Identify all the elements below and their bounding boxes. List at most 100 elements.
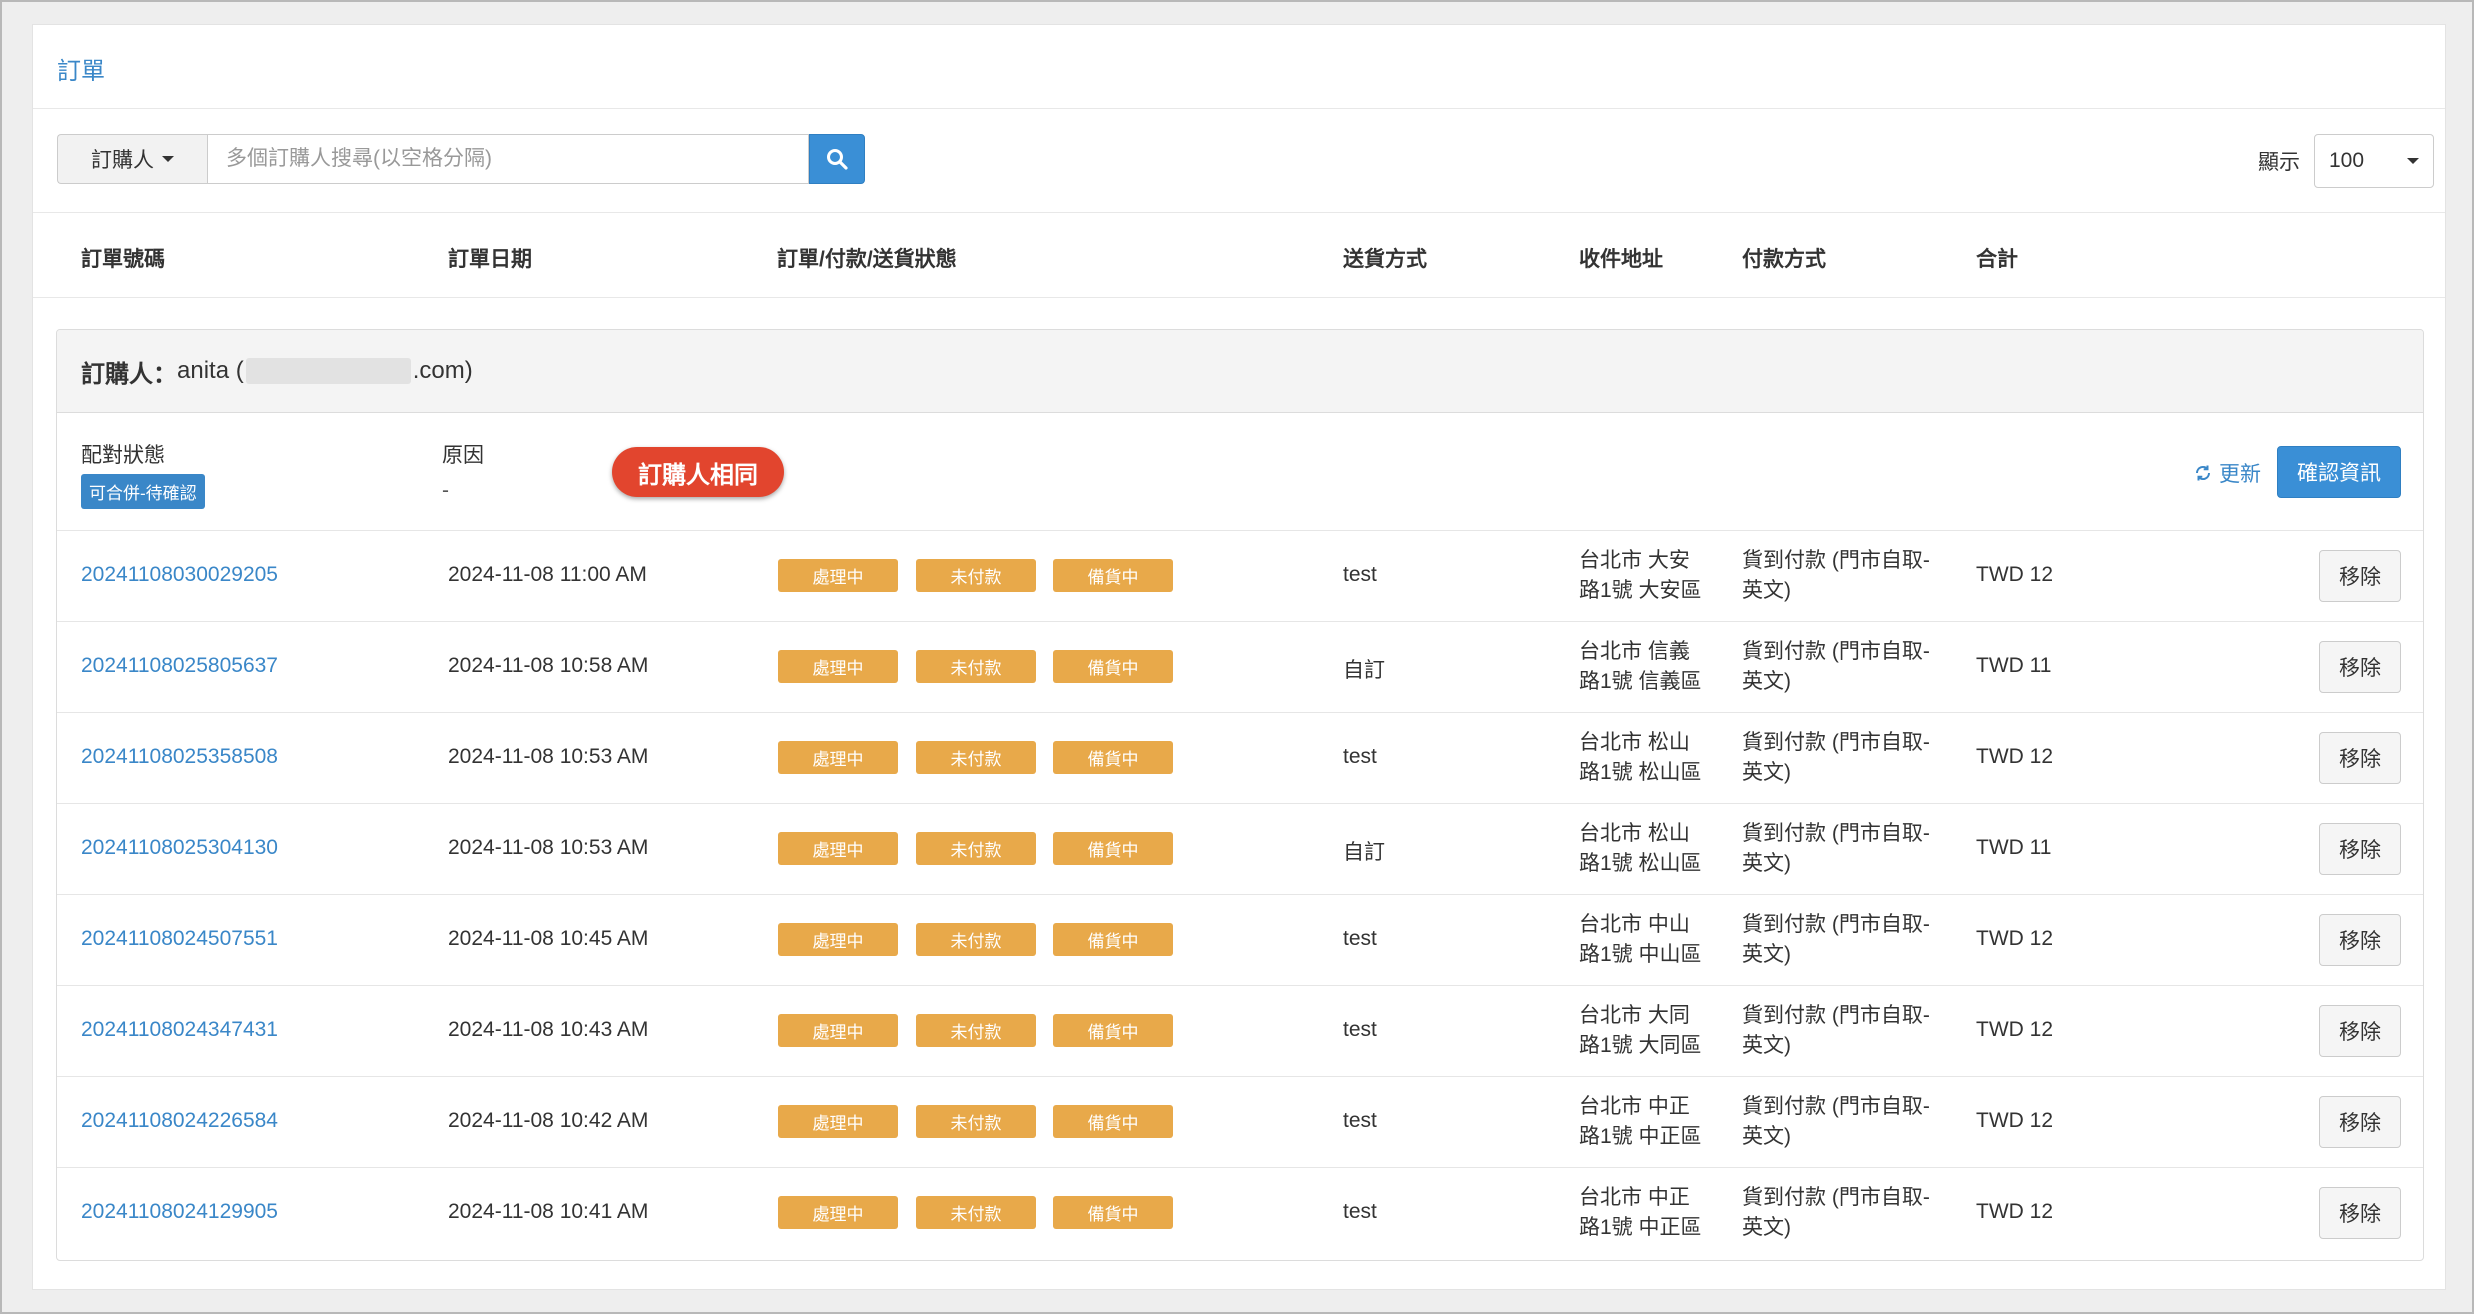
remove-button[interactable]: 移除 [2319, 641, 2401, 693]
order-date: 2024-11-08 10:43 AM [448, 1018, 649, 1041]
payment-method: 貨到付款 (門市自取- 英文) [1742, 637, 1942, 697]
payment-status-tag: 未付款 [916, 559, 1036, 592]
divider [33, 297, 2445, 298]
remove-button[interactable]: 移除 [2319, 914, 2401, 966]
table-header: 訂單號碼 訂單日期 訂單/付款/送貨狀態 送貨方式 收件地址 付款方式 合計 [33, 213, 2445, 297]
reason-label: 原因 [442, 444, 484, 467]
payment-line-2: 英文) [1742, 670, 1791, 693]
buyer-group-header: 訂購人： anita ( .com) [57, 330, 2423, 413]
match-status-label: 配對狀態 [81, 444, 165, 467]
address-line-2: 路1號 大同區 [1579, 1034, 1702, 1057]
payment-line-1: 貨到付款 (門市自取- [1742, 1004, 1930, 1027]
order-number-link[interactable]: 20241108030029205 [81, 563, 278, 587]
order-status-tag: 處理中 [778, 1014, 898, 1047]
recipient-address: 台北市 松山 路1號 松山區 [1579, 728, 1709, 788]
refresh-link[interactable]: 更新 [2193, 458, 2261, 488]
page-size-control: 顯示 100 [2258, 134, 2434, 188]
address-line-2: 路1號 中正區 [1579, 1216, 1702, 1239]
remove-button[interactable]: 移除 [2319, 1187, 2401, 1239]
shipping-method: test [1343, 745, 1377, 768]
order-total: TWD 11 [1976, 836, 2052, 859]
buyer-email-suffix: .com) [412, 357, 473, 384]
buyer-group-card: 訂購人： anita ( .com) 配對狀態 可合併-待確認 原因 - 訂購人… [56, 329, 2424, 1261]
refresh-icon [2195, 465, 2211, 481]
remove-button[interactable]: 移除 [2319, 823, 2401, 875]
recipient-address: 台北市 松山 路1號 松山區 [1579, 819, 1709, 879]
order-date: 2024-11-08 10:42 AM [448, 1109, 649, 1132]
remove-button[interactable]: 移除 [2319, 1005, 2401, 1057]
order-date: 2024-11-08 10:41 AM [448, 1200, 649, 1223]
order-total: TWD 12 [1976, 927, 2054, 950]
shipping-status-tag: 備貨中 [1053, 923, 1173, 956]
payment-line-1: 貨到付款 (門市自取- [1742, 640, 1930, 663]
remove-button[interactable]: 移除 [2319, 1096, 2401, 1148]
order-date: 2024-11-08 10:53 AM [448, 745, 649, 768]
column-header-total: 合計 [1976, 248, 2018, 271]
order-number-link[interactable]: 20241108024347431 [81, 1018, 278, 1042]
divider [33, 108, 2445, 109]
payment-status-tag: 未付款 [916, 1105, 1036, 1138]
order-total: TWD 12 [1976, 1018, 2054, 1041]
payment-method: 貨到付款 (門市自取- 英文) [1742, 910, 1942, 970]
search-button[interactable] [809, 134, 865, 184]
panel-title[interactable]: 訂單 [57, 51, 105, 86]
order-date: 2024-11-08 10:45 AM [448, 927, 649, 950]
confirm-info-button[interactable]: 確認資訊 [2277, 446, 2401, 498]
window-frame: 訂單 訂購人 顯示 100 訂單號碼 訂單 [0, 0, 2474, 1314]
orders-list: 20241108030029205 2024-11-08 11:00 AM 處理中未… [57, 531, 2423, 1259]
column-header-order-number: 訂單號碼 [81, 248, 165, 271]
order-number-link[interactable]: 20241108024507551 [81, 927, 278, 951]
payment-method: 貨到付款 (門市自取- 英文) [1742, 1001, 1942, 1061]
order-status-tag: 處理中 [778, 923, 898, 956]
payment-method: 貨到付款 (門市自取- 英文) [1742, 546, 1942, 606]
address-line-2: 路1號 中山區 [1579, 943, 1702, 966]
recipient-address: 台北市 中山 路1號 中山區 [1579, 910, 1709, 970]
payment-status-tag: 未付款 [916, 1014, 1036, 1047]
shipping-method: test [1343, 563, 1377, 586]
payment-status-tag: 未付款 [916, 923, 1036, 956]
order-status-tag: 處理中 [778, 559, 898, 592]
page-size-label: 顯示 [2258, 151, 2300, 174]
column-header-status: 訂單/付款/送貨狀態 [777, 248, 957, 271]
column-header-order-date: 訂單日期 [448, 248, 532, 271]
order-number-link[interactable]: 20241108025358508 [81, 745, 278, 769]
order-number-link[interactable]: 20241108024226584 [81, 1109, 278, 1133]
column-header-shipping: 送貨方式 [1343, 248, 1427, 271]
search-input[interactable] [207, 134, 809, 184]
order-row: 20241108030029205 2024-11-08 11:00 AM 處理中未… [57, 531, 2423, 622]
page-size-value: 100 [2329, 149, 2365, 172]
order-row: 20241108024507551 2024-11-08 10:45 AM 處理中未… [57, 895, 2423, 986]
recipient-address: 台北市 大同 路1號 大同區 [1579, 1001, 1709, 1061]
search-filter-dropdown[interactable]: 訂購人 [57, 134, 207, 184]
order-number-link[interactable]: 20241108024129905 [81, 1200, 278, 1224]
payment-status-tag: 未付款 [916, 832, 1036, 865]
order-total: TWD 12 [1976, 1109, 2054, 1132]
shipping-method: test [1343, 927, 1377, 950]
remove-button[interactable]: 移除 [2319, 732, 2401, 784]
page-size-select[interactable]: 100 [2314, 134, 2434, 188]
address-line-1: 台北市 中山 [1579, 913, 1690, 936]
shipping-method: 自訂 [1343, 659, 1385, 682]
recipient-address: 台北市 中正 路1號 中正區 [1579, 1183, 1709, 1243]
order-status-tag: 處理中 [778, 650, 898, 683]
buyer-name: anita ( [177, 357, 244, 384]
order-row: 20241108024347431 2024-11-08 10:43 AM 處理中未… [57, 986, 2423, 1077]
shipping-method: 自訂 [1343, 841, 1385, 864]
shipping-status-tag: 備貨中 [1053, 832, 1173, 865]
remove-button[interactable]: 移除 [2319, 550, 2401, 602]
order-number-link[interactable]: 20241108025304130 [81, 836, 278, 860]
reason-value: - [442, 479, 449, 502]
order-number-link[interactable]: 20241108025805637 [81, 654, 278, 678]
order-total: TWD 12 [1976, 563, 2054, 586]
payment-line-2: 英文) [1742, 761, 1791, 784]
order-status-tag: 處理中 [778, 1196, 898, 1229]
order-row: 20241108025304130 2024-11-08 10:53 AM 處理中未… [57, 804, 2423, 895]
order-row: 20241108024129905 2024-11-08 10:41 AM 處理中未… [57, 1168, 2423, 1259]
reason-pill: 訂購人相同 [612, 447, 784, 497]
order-row: 20241108025805637 2024-11-08 10:58 AM 處理中未… [57, 622, 2423, 713]
match-status-row: 配對狀態 可合併-待確認 原因 - 訂購人相同 更新 確認資訊 [57, 413, 2423, 531]
payment-line-1: 貨到付款 (門市自取- [1742, 1095, 1930, 1118]
shipping-status-tag: 備貨中 [1053, 741, 1173, 774]
search-bar: 訂購人 [57, 134, 865, 184]
shipping-method: test [1343, 1200, 1377, 1223]
